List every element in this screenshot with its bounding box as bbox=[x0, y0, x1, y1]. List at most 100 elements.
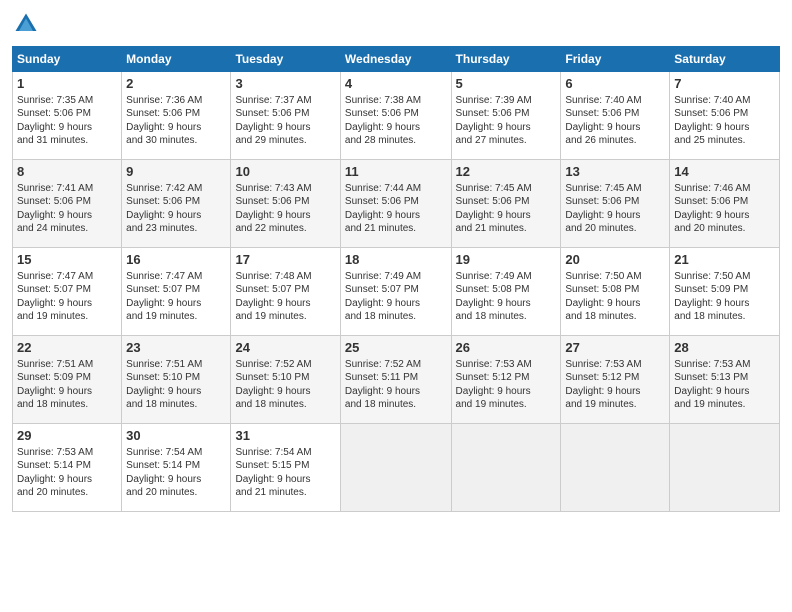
day-number: 23 bbox=[126, 339, 226, 357]
day-info-line: Sunrise: 7:53 AM bbox=[456, 358, 557, 372]
day-number: 8 bbox=[17, 163, 117, 181]
day-info-line: Sunrise: 7:45 AM bbox=[456, 182, 557, 196]
day-info-line: Daylight: 9 hours bbox=[565, 385, 665, 399]
day-number: 5 bbox=[456, 75, 557, 93]
day-info-line: Sunset: 5:06 PM bbox=[456, 107, 557, 121]
day-info-line: Sunrise: 7:48 AM bbox=[235, 270, 335, 284]
day-info-line: Daylight: 9 hours bbox=[565, 209, 665, 223]
logo bbox=[12, 10, 42, 38]
day-info-line: Sunset: 5:06 PM bbox=[345, 195, 447, 209]
calendar-cell bbox=[451, 424, 561, 512]
day-info-line: and 20 minutes. bbox=[17, 486, 117, 500]
calendar-table: SundayMondayTuesdayWednesdayThursdayFrid… bbox=[12, 46, 780, 512]
day-info-line: Sunrise: 7:51 AM bbox=[17, 358, 117, 372]
day-info-line: and 23 minutes. bbox=[126, 222, 226, 236]
day-info-line: and 18 minutes. bbox=[674, 310, 775, 324]
calendar-cell: 27Sunrise: 7:53 AMSunset: 5:12 PMDayligh… bbox=[561, 336, 670, 424]
day-info-line: and 21 minutes. bbox=[345, 222, 447, 236]
day-info-line: Sunrise: 7:47 AM bbox=[17, 270, 117, 284]
day-info-line: and 19 minutes. bbox=[456, 398, 557, 412]
calendar-cell: 31Sunrise: 7:54 AMSunset: 5:15 PMDayligh… bbox=[231, 424, 340, 512]
header-cell-monday: Monday bbox=[122, 47, 231, 72]
day-info-line: Sunrise: 7:44 AM bbox=[345, 182, 447, 196]
day-info-line: Daylight: 9 hours bbox=[345, 297, 447, 311]
logo-icon bbox=[12, 10, 40, 38]
day-info-line: Sunset: 5:15 PM bbox=[235, 459, 335, 473]
day-number: 27 bbox=[565, 339, 665, 357]
day-info-line: Sunrise: 7:41 AM bbox=[17, 182, 117, 196]
day-info-line: Sunset: 5:07 PM bbox=[126, 283, 226, 297]
day-info-line: Sunset: 5:06 PM bbox=[674, 195, 775, 209]
day-info-line: Sunrise: 7:46 AM bbox=[674, 182, 775, 196]
day-number: 17 bbox=[235, 251, 335, 269]
calendar-cell: 22Sunrise: 7:51 AMSunset: 5:09 PMDayligh… bbox=[13, 336, 122, 424]
day-info-line: Sunset: 5:11 PM bbox=[345, 371, 447, 385]
calendar-row-3: 15Sunrise: 7:47 AMSunset: 5:07 PMDayligh… bbox=[13, 248, 780, 336]
day-info-line: Daylight: 9 hours bbox=[235, 473, 335, 487]
day-number: 15 bbox=[17, 251, 117, 269]
calendar-cell: 28Sunrise: 7:53 AMSunset: 5:13 PMDayligh… bbox=[670, 336, 780, 424]
day-info-line: Daylight: 9 hours bbox=[565, 121, 665, 135]
day-info-line: and 19 minutes. bbox=[565, 398, 665, 412]
day-info-line: and 28 minutes. bbox=[345, 134, 447, 148]
day-info-line: Sunset: 5:08 PM bbox=[565, 283, 665, 297]
day-info-line: Sunrise: 7:39 AM bbox=[456, 94, 557, 108]
calendar-cell: 21Sunrise: 7:50 AMSunset: 5:09 PMDayligh… bbox=[670, 248, 780, 336]
calendar-cell: 9Sunrise: 7:42 AMSunset: 5:06 PMDaylight… bbox=[122, 160, 231, 248]
day-number: 16 bbox=[126, 251, 226, 269]
day-info-line: Daylight: 9 hours bbox=[345, 385, 447, 399]
day-info-line: and 29 minutes. bbox=[235, 134, 335, 148]
day-info-line: Daylight: 9 hours bbox=[235, 297, 335, 311]
calendar-cell bbox=[670, 424, 780, 512]
page-container: SundayMondayTuesdayWednesdayThursdayFrid… bbox=[0, 0, 792, 522]
calendar-cell: 1Sunrise: 7:35 AMSunset: 5:06 PMDaylight… bbox=[13, 72, 122, 160]
day-info-line: Daylight: 9 hours bbox=[456, 209, 557, 223]
day-info-line: Daylight: 9 hours bbox=[674, 209, 775, 223]
day-info-line: Sunset: 5:10 PM bbox=[126, 371, 226, 385]
day-info-line: Daylight: 9 hours bbox=[456, 385, 557, 399]
day-info-line: Sunrise: 7:43 AM bbox=[235, 182, 335, 196]
day-info-line: Sunrise: 7:53 AM bbox=[674, 358, 775, 372]
day-info-line: Daylight: 9 hours bbox=[235, 385, 335, 399]
calendar-cell: 12Sunrise: 7:45 AMSunset: 5:06 PMDayligh… bbox=[451, 160, 561, 248]
day-info-line: Sunset: 5:12 PM bbox=[565, 371, 665, 385]
day-number: 28 bbox=[674, 339, 775, 357]
day-info-line: Sunrise: 7:53 AM bbox=[17, 446, 117, 460]
day-info-line: Sunrise: 7:40 AM bbox=[674, 94, 775, 108]
day-info-line: and 30 minutes. bbox=[126, 134, 226, 148]
day-info-line: Sunset: 5:06 PM bbox=[456, 195, 557, 209]
day-info-line: Sunset: 5:06 PM bbox=[235, 107, 335, 121]
calendar-cell: 3Sunrise: 7:37 AMSunset: 5:06 PMDaylight… bbox=[231, 72, 340, 160]
day-info-line: Sunrise: 7:45 AM bbox=[565, 182, 665, 196]
calendar-cell: 23Sunrise: 7:51 AMSunset: 5:10 PMDayligh… bbox=[122, 336, 231, 424]
day-info-line: and 21 minutes. bbox=[456, 222, 557, 236]
day-info-line: and 27 minutes. bbox=[456, 134, 557, 148]
calendar-cell: 20Sunrise: 7:50 AMSunset: 5:08 PMDayligh… bbox=[561, 248, 670, 336]
day-info-line: Sunset: 5:07 PM bbox=[345, 283, 447, 297]
day-info-line: Daylight: 9 hours bbox=[456, 297, 557, 311]
day-info-line: Sunset: 5:06 PM bbox=[345, 107, 447, 121]
day-info-line: and 18 minutes. bbox=[126, 398, 226, 412]
day-info-line: and 19 minutes. bbox=[235, 310, 335, 324]
header-cell-thursday: Thursday bbox=[451, 47, 561, 72]
calendar-cell: 11Sunrise: 7:44 AMSunset: 5:06 PMDayligh… bbox=[340, 160, 451, 248]
day-info-line: Sunrise: 7:53 AM bbox=[565, 358, 665, 372]
day-number: 26 bbox=[456, 339, 557, 357]
day-info-line: Sunrise: 7:40 AM bbox=[565, 94, 665, 108]
day-info-line: and 21 minutes. bbox=[235, 486, 335, 500]
day-info-line: Sunset: 5:14 PM bbox=[17, 459, 117, 473]
day-info-line: Daylight: 9 hours bbox=[456, 121, 557, 135]
day-info-line: and 18 minutes. bbox=[456, 310, 557, 324]
day-number: 7 bbox=[674, 75, 775, 93]
day-info-line: Sunrise: 7:36 AM bbox=[126, 94, 226, 108]
day-number: 22 bbox=[17, 339, 117, 357]
day-info-line: Sunset: 5:12 PM bbox=[456, 371, 557, 385]
day-info-line: Daylight: 9 hours bbox=[126, 209, 226, 223]
day-info-line: Sunset: 5:06 PM bbox=[235, 195, 335, 209]
calendar-cell: 25Sunrise: 7:52 AMSunset: 5:11 PMDayligh… bbox=[340, 336, 451, 424]
day-info-line: Sunrise: 7:54 AM bbox=[235, 446, 335, 460]
calendar-cell: 29Sunrise: 7:53 AMSunset: 5:14 PMDayligh… bbox=[13, 424, 122, 512]
day-number: 29 bbox=[17, 427, 117, 445]
header-row: SundayMondayTuesdayWednesdayThursdayFrid… bbox=[13, 47, 780, 72]
day-info-line: Sunset: 5:14 PM bbox=[126, 459, 226, 473]
